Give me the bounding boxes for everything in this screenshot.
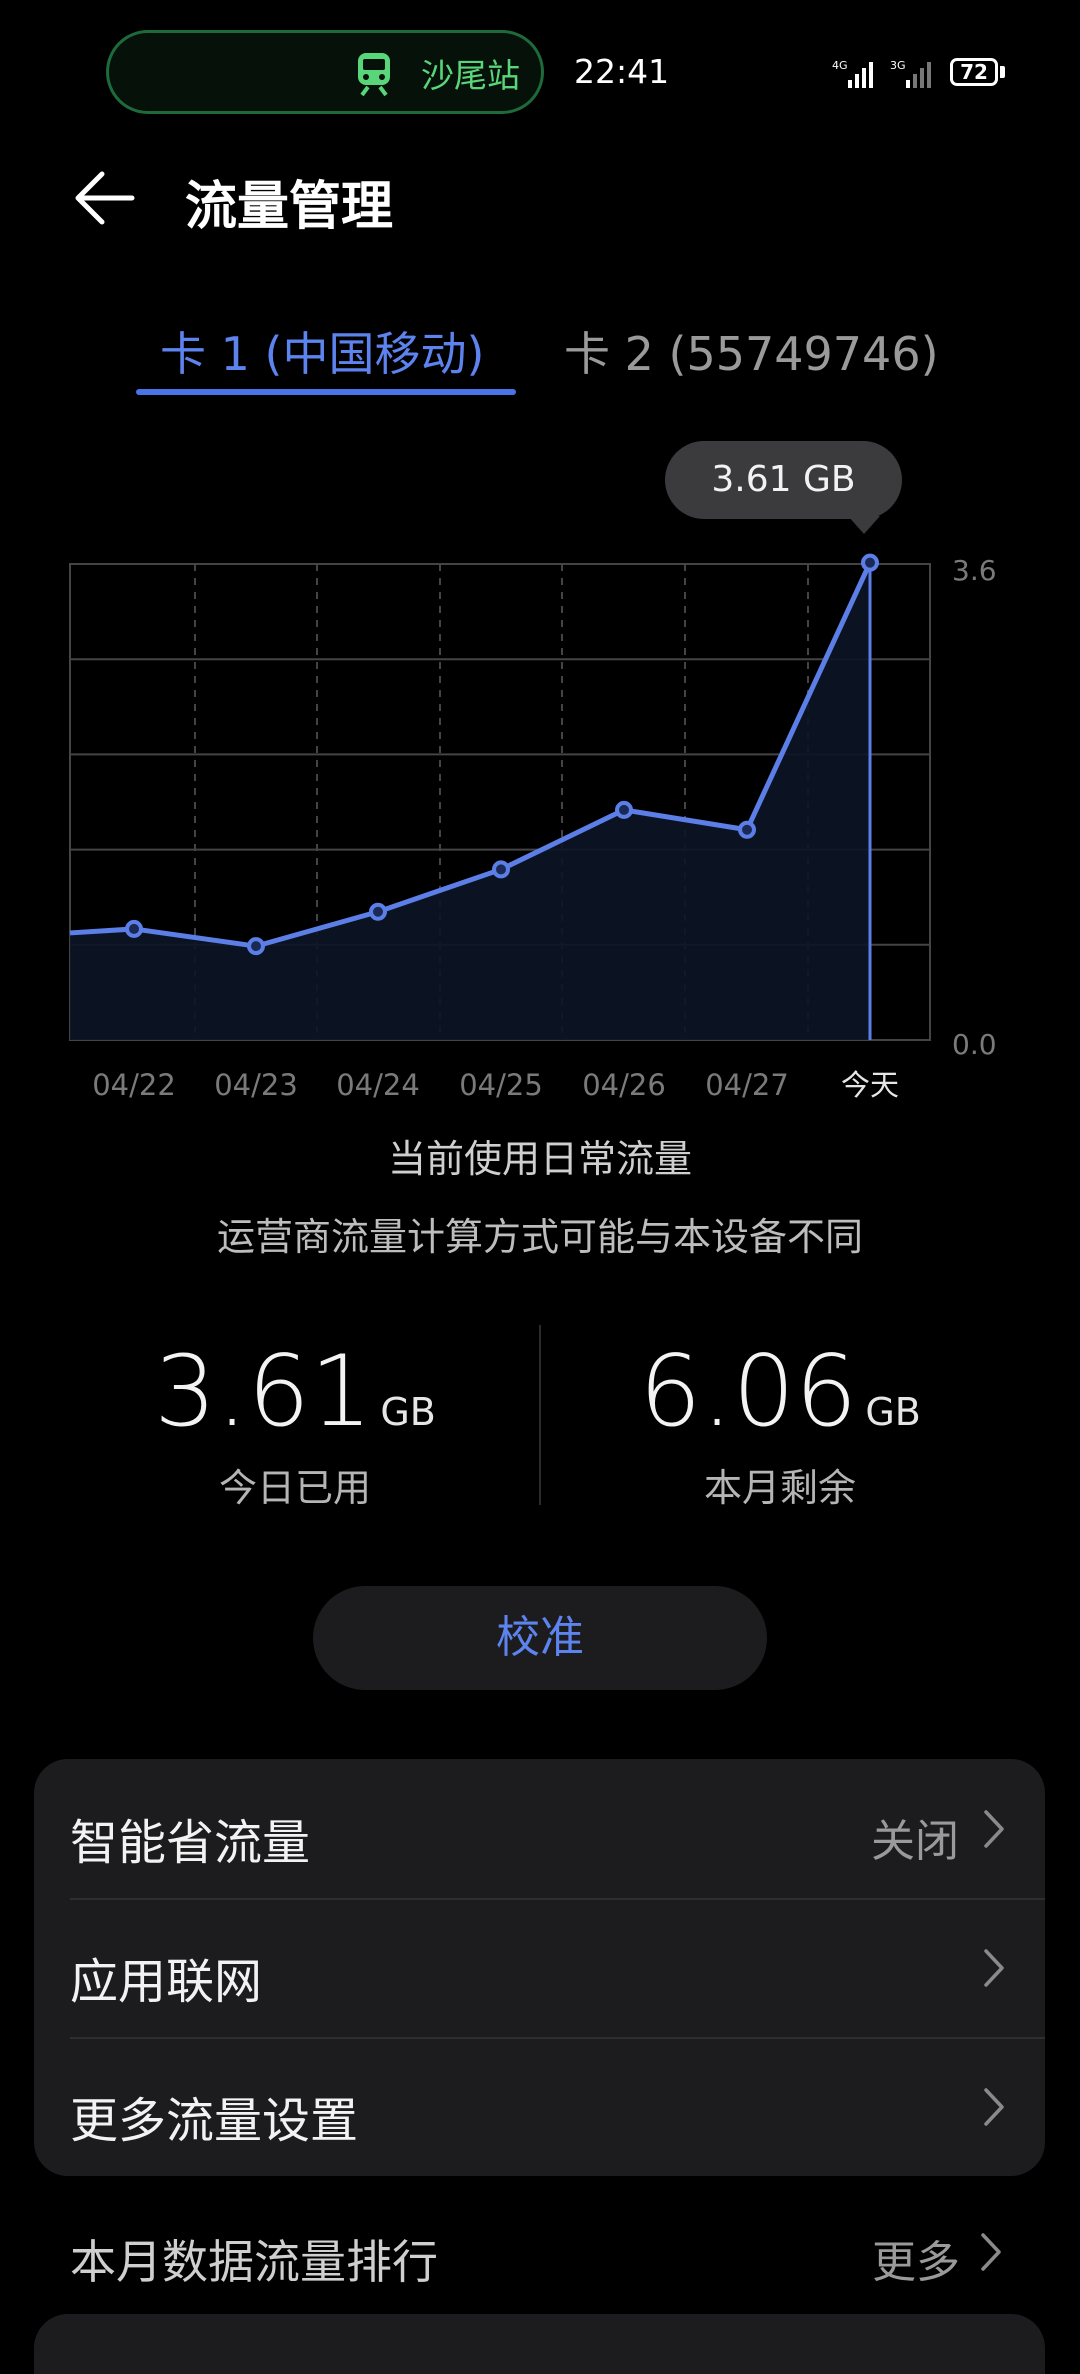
chevron-right-icon[interactable] <box>980 2232 1002 2272</box>
chart-point <box>125 919 143 938</box>
chart-x-tick-label: 04/25 <box>459 1068 543 1100</box>
tab-indicator <box>136 389 516 395</box>
chart-x-tick-label: 今天 <box>841 1068 899 1100</box>
signal1-text: 4G <box>832 59 848 72</box>
remaining-unit: GB <box>865 1390 921 1434</box>
app-network-label: 应用联网 <box>70 1954 263 2010</box>
more-data-settings-row[interactable]: 更多流量设置 <box>34 2037 1045 2176</box>
back-arrow-icon[interactable] <box>72 168 136 228</box>
status-time: 22:41 <box>574 52 670 91</box>
today-used-unit: GB <box>380 1390 436 1434</box>
page-title: 流量管理 <box>185 177 394 237</box>
station-name: 沙尾站 <box>421 56 520 95</box>
transit-station-pill[interactable]: 沙尾站 <box>106 30 544 114</box>
usage-chart[interactable]: 3.6 0.0 04/22 04/23 04/24 04/25 04/26 04/27 今天 <box>0 540 1080 1100</box>
chart-tooltip-tail <box>848 516 880 534</box>
chart-point <box>492 860 510 879</box>
battery-cap <box>1000 66 1005 78</box>
ranking-card <box>34 2314 1045 2374</box>
chart-y-tick-label: 3.6 <box>952 554 997 587</box>
signal-4g-icon: 4G <box>832 58 882 94</box>
chart-point <box>247 937 265 956</box>
chart-caption: 当前使用日常流量 <box>387 1137 692 1181</box>
chart-point <box>369 902 387 921</box>
battery-icon: 72 <box>950 58 998 86</box>
remaining-label: 本月剩余 <box>703 1466 856 1510</box>
chart-y-tick-label: 0.0 <box>952 1028 997 1061</box>
chart-point <box>861 553 879 572</box>
chart-x-tick-label: 04/24 <box>336 1068 420 1100</box>
tab-sim1[interactable]: 卡 1 (中国移动) <box>160 318 484 384</box>
stats-divider <box>539 1325 541 1505</box>
smart-data-saver-value: 关闭 <box>871 1816 959 1867</box>
calibrate-button[interactable]: 校准 <box>313 1586 767 1690</box>
signal-3g-icon: 3G <box>890 58 940 94</box>
today-used-stat: 3.61 GB <box>95 1335 495 1449</box>
settings-card: 智能省流量 关闭 应用联网 更多流量设置 <box>34 1759 1045 2176</box>
smart-data-saver-label: 智能省流量 <box>70 1815 311 1871</box>
chart-x-tick-label: 04/22 <box>92 1068 176 1100</box>
chevron-right-icon <box>984 1949 1004 1987</box>
train-icon <box>358 53 390 97</box>
chart-point <box>738 820 756 839</box>
monthly-ranking-title: 本月数据流量排行 <box>70 2235 438 2289</box>
ranking-more-link[interactable]: 更多 <box>872 2226 960 2290</box>
signal2-text: 3G <box>890 59 906 72</box>
chart-x-tick-label: 04/26 <box>582 1068 666 1100</box>
more-data-settings-label: 更多流量设置 <box>70 2093 359 2149</box>
chart-tooltip: 3.61 GB <box>665 441 902 519</box>
carrier-notice: 运营商流量计算方式可能与本设备不同 <box>216 1215 863 1259</box>
smart-data-saver-row[interactable]: 智能省流量 关闭 <box>34 1759 1045 1898</box>
chart-area <box>70 562 870 1040</box>
remaining-value: 6.06 <box>639 1335 858 1449</box>
tab-sim2[interactable]: 卡 2 (55749746) <box>564 318 939 384</box>
chevron-right-icon <box>984 2088 1004 2126</box>
today-used-label: 今日已用 <box>218 1466 371 1510</box>
chevron-right-icon <box>984 1810 1004 1848</box>
today-used-value: 3.61 <box>154 1335 373 1449</box>
chart-x-tick-label: 04/27 <box>705 1068 789 1100</box>
app-network-row[interactable]: 应用联网 <box>34 1898 1045 2037</box>
battery-level: 72 <box>960 60 988 84</box>
remaining-stat: 6.06 GB <box>580 1335 980 1449</box>
chart-x-tick-label: 04/23 <box>214 1068 298 1100</box>
chart-point <box>615 800 633 819</box>
